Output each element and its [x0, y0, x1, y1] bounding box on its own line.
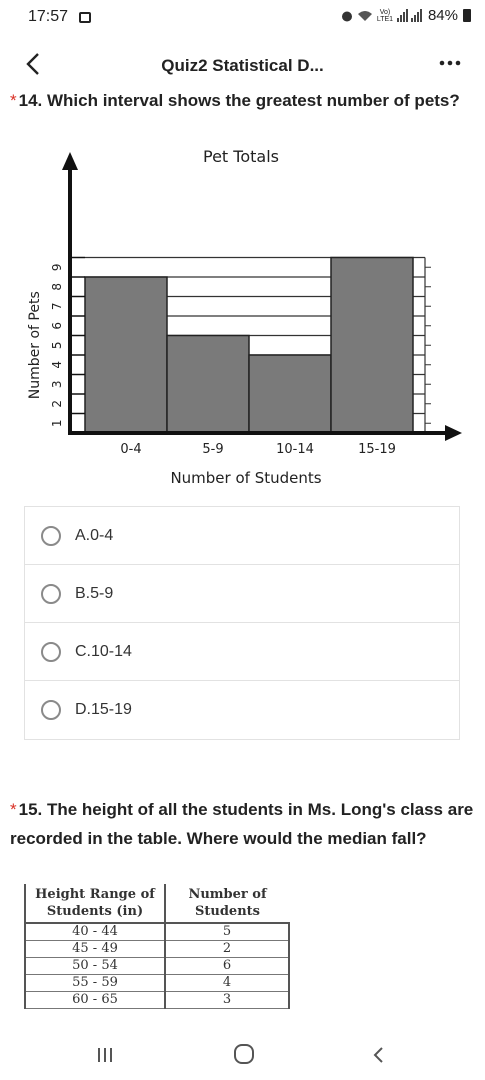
- x-tick-label: 15-19: [358, 442, 396, 457]
- table-row: 40 - 44 5: [24, 923, 290, 941]
- option-label: A.0-4: [75, 526, 114, 544]
- radio-button[interactable]: [41, 583, 61, 604]
- more-options-icon[interactable]: [437, 50, 463, 76]
- y-tick-label: 5: [50, 341, 64, 349]
- height-range-cell: 60 - 65: [24, 991, 166, 1009]
- x-tick-label: 0-4: [120, 442, 141, 457]
- student-count-cell: 3: [165, 991, 290, 1009]
- y-tick-label: 6: [50, 322, 64, 330]
- answer-options: A.0-4 B.5-9 C.10-14 D.15-19: [24, 506, 460, 740]
- table-row: 55 - 59 4: [24, 974, 290, 992]
- back-icon[interactable]: [363, 1040, 393, 1070]
- table-row: 50 - 54 6: [24, 957, 290, 975]
- question-15-text: 15. The height of all the students in Ms…: [10, 800, 474, 848]
- column-header-height: Height Range of Students (in): [24, 884, 166, 924]
- home-icon[interactable]: [229, 1039, 259, 1069]
- question-14-text: 14. Which interval shows the greatest nu…: [18, 91, 460, 110]
- x-axis-arrow: [445, 425, 462, 441]
- y-tick-label: 9: [50, 263, 64, 271]
- y-tick-label: 7: [50, 302, 64, 310]
- status-bar: 17:57 Vo) LTE1 84%: [0, 0, 485, 34]
- status-indicators: Vo) LTE1 84%: [340, 7, 471, 24]
- page-title: Quiz2 Statistical D...: [161, 56, 324, 75]
- x-tick-label: 5-9: [202, 442, 223, 457]
- bar-15-19: [330, 256, 414, 434]
- bar-10-14: [248, 354, 332, 434]
- student-count-cell: 4: [165, 974, 290, 992]
- chart-title: Pet Totals: [203, 147, 279, 166]
- y-tick-label: 1: [50, 419, 64, 427]
- height-range-cell: 50 - 54: [24, 957, 166, 975]
- y-axis-arrow: [62, 152, 78, 170]
- height-range-cell: 40 - 44: [24, 923, 166, 941]
- radio-button[interactable]: [41, 700, 61, 720]
- table-row: 45 - 49 2: [24, 940, 290, 958]
- table-header-row: Height Range of Students (in) Number of …: [24, 884, 289, 924]
- required-marker: *: [10, 800, 17, 819]
- table-row: 60 - 65 3: [24, 991, 290, 1009]
- x-tick-label: 10-14: [276, 442, 314, 457]
- y-axis-label: Number of Pets: [27, 291, 43, 399]
- height-table: Height Range of Students (in) Number of …: [24, 884, 290, 1009]
- bar-0-4: [84, 276, 168, 434]
- signal-2-icon: [410, 9, 422, 22]
- battery-icon: [463, 9, 471, 22]
- alarm-icon: [341, 11, 352, 21]
- student-count-cell: 6: [165, 957, 290, 975]
- bar-5-9: [166, 334, 250, 434]
- required-marker: *: [10, 91, 17, 110]
- height-range-cell: 55 - 59: [24, 974, 166, 992]
- radio-button[interactable]: [41, 641, 61, 662]
- wifi-icon: [357, 11, 372, 21]
- system-nav-bar: [0, 1030, 485, 1080]
- network-label: Vo) LTE1: [376, 8, 394, 23]
- height-range-cell: 45 - 49: [24, 940, 166, 958]
- pet-totals-chart: Pet Totals 1 2 3 4 5 6 7 8 9 Number of Pets 0-4 5-9 1…: [27, 147, 462, 487]
- battery-percent: 84%: [427, 7, 458, 24]
- y-tick-label: 2: [50, 400, 64, 408]
- radio-button[interactable]: [41, 525, 61, 546]
- option-label: B.5-9: [75, 584, 114, 602]
- column-header-students: Number of Students: [165, 884, 289, 924]
- option-label: D.15-19: [75, 701, 132, 718]
- question-15: * 15. The height of all the students in M…: [10, 795, 475, 853]
- student-count-cell: 5: [165, 923, 290, 941]
- question-14: * 14. Which interval shows the greatest n…: [10, 86, 475, 115]
- y-tick-label: 4: [50, 361, 64, 369]
- image-notification-icon: [79, 12, 91, 23]
- option-b[interactable]: B.5-9: [25, 565, 459, 623]
- app-bar: Quiz2 Statistical D...: [0, 44, 485, 84]
- status-time: 17:57: [28, 8, 69, 25]
- y-tick-label: 8: [50, 283, 64, 291]
- option-c[interactable]: C.10-14: [25, 623, 459, 681]
- student-count-cell: 2: [165, 940, 290, 958]
- recents-icon[interactable]: [90, 1040, 120, 1070]
- option-d[interactable]: D.15-19: [25, 681, 459, 739]
- option-a[interactable]: A.0-4: [25, 507, 459, 565]
- option-label: C.10-14: [75, 642, 132, 660]
- y-tick-label: 3: [50, 380, 64, 388]
- signal-1-icon: [396, 9, 408, 22]
- x-axis-label: Number of Students: [170, 469, 321, 487]
